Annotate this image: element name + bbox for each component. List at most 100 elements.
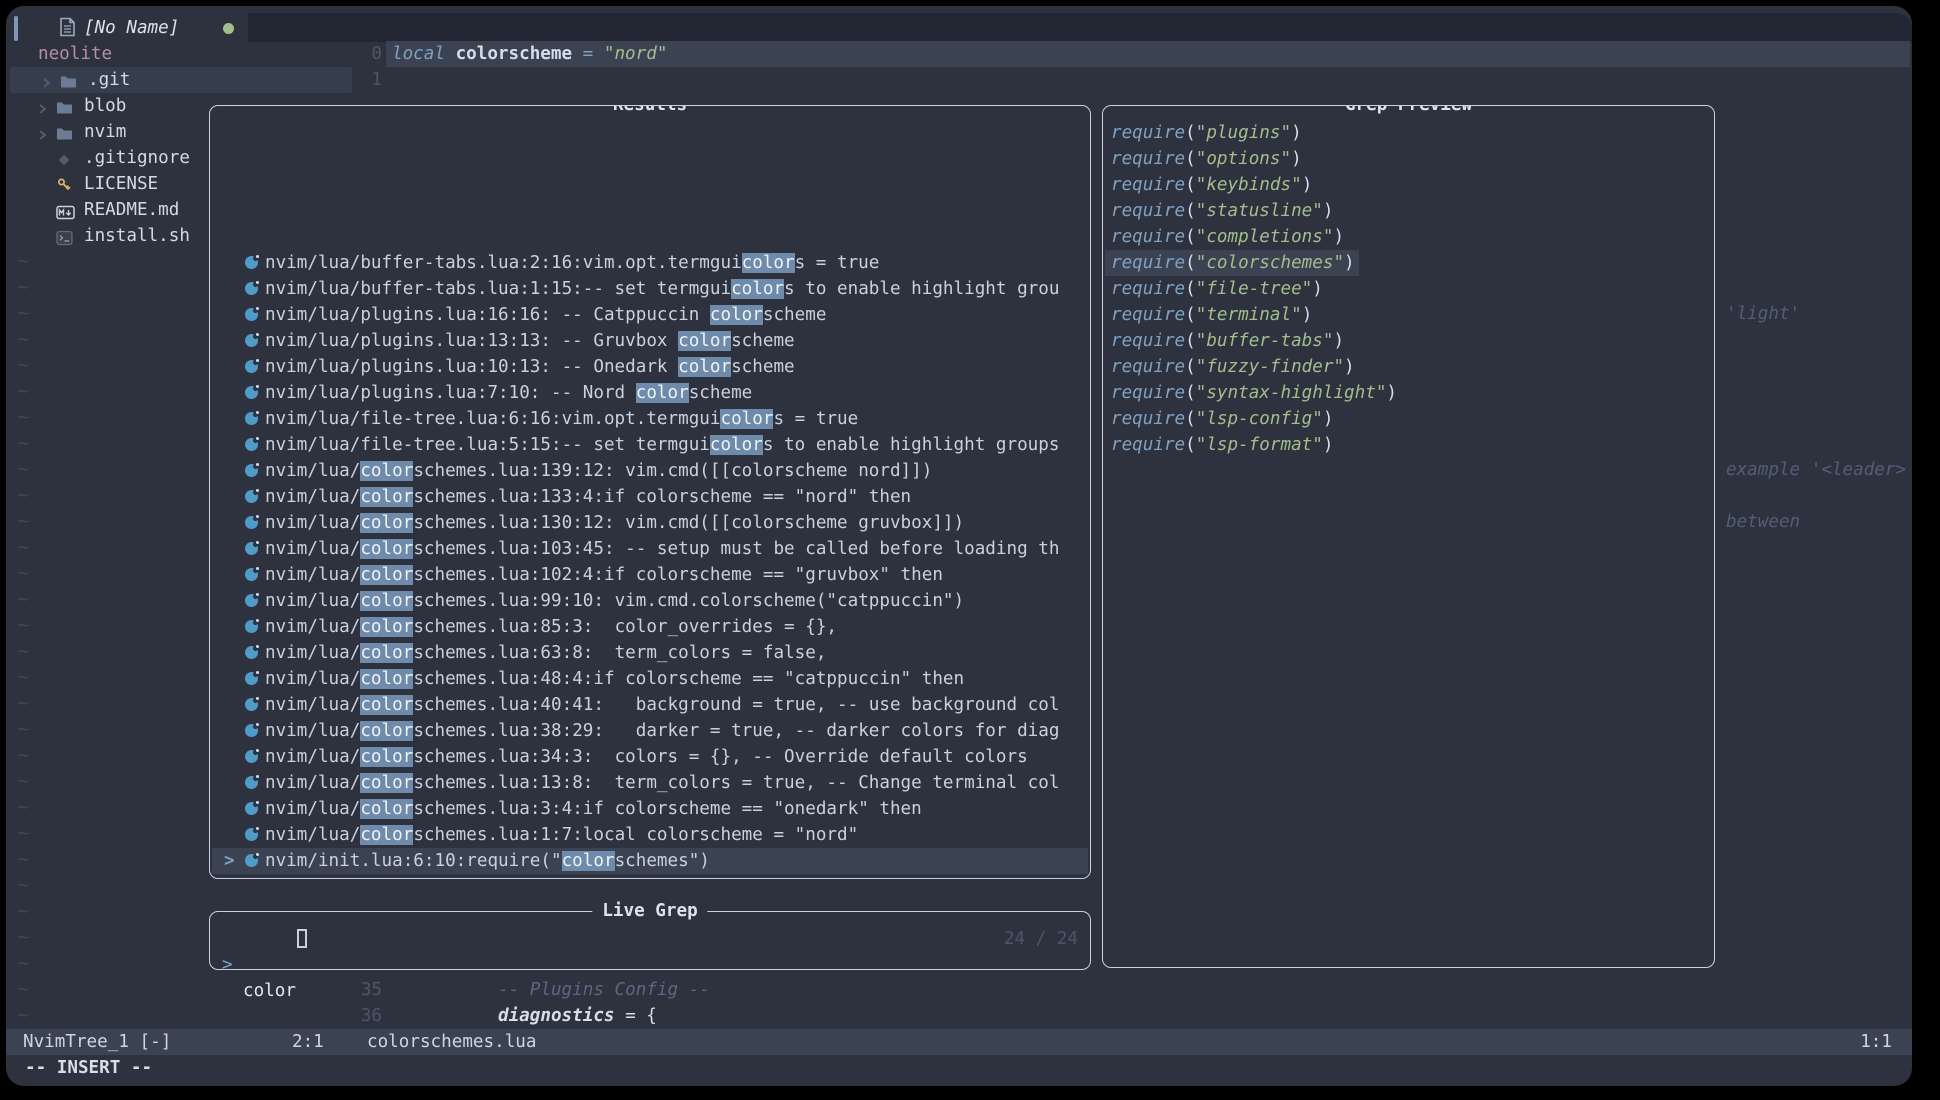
line-number: 36	[350, 1003, 382, 1029]
result-row[interactable]: nvim/lua/colorschemes.lua:38:29: darker …	[212, 718, 1088, 744]
buffer-tab[interactable]: [No Name]	[84, 15, 179, 41]
result-row[interactable]: nvim/lua/colorschemes.lua:40:41: backgro…	[212, 692, 1088, 718]
filetree-item-label[interactable]: .git	[88, 67, 130, 93]
result-row[interactable]: nvim/lua/colorschemes.lua:133:4:if color…	[212, 484, 1088, 510]
result-row[interactable]: nvim/lua/colorschemes.lua:1:7:local colo…	[212, 822, 1088, 848]
empty-line-tilde: ~	[18, 587, 29, 613]
filetree-item--git[interactable]: .git	[10, 67, 352, 93]
result-row[interactable]: nvim/lua/colorschemes.lua:34:3: colors =…	[212, 744, 1088, 770]
match-highlight: color	[360, 487, 413, 507]
result-text: nvim/lua/file-tree.lua:6:16:vim.opt.term…	[265, 406, 858, 432]
empty-line-tilde: ~	[18, 769, 29, 795]
result-counter: 24 / 24	[1004, 926, 1078, 952]
code-token: diagnostics	[498, 1006, 615, 1026]
result-text: nvim/lua/colorschemes.lua:103:45: -- set…	[265, 536, 1059, 562]
statusline: NvimTree_1 [-] 2:1 colorschemes.lua 1:1	[6, 1029, 1912, 1055]
buffer-fragment: between	[1726, 509, 1800, 535]
filetree-root-name: neolite	[38, 41, 112, 67]
terminal-icon	[56, 228, 73, 254]
line-number: 35	[350, 977, 382, 1003]
code-token: local	[392, 44, 456, 64]
empty-line-tilde: ~	[18, 483, 29, 509]
result-text: nvim/lua/colorschemes.lua:102:4:if color…	[265, 562, 943, 588]
filetree-item-label[interactable]: .gitignore	[84, 145, 190, 171]
selection-caret-icon: >	[224, 848, 235, 874]
result-row[interactable]: nvim/lua/colorschemes.lua:99:10: vim.cmd…	[212, 588, 1088, 614]
result-row[interactable]: nvim/lua/plugins.lua:13:13: -- Gruvbox c…	[212, 328, 1088, 354]
empty-line-tilde: ~	[18, 431, 29, 457]
empty-line-tilde: ~	[18, 1003, 29, 1029]
vim-mode-indicator: -- INSERT --	[25, 1055, 152, 1081]
result-row[interactable]: >nvim/init.lua:6:10:require("colorscheme…	[212, 848, 1088, 874]
modified-dot-icon	[223, 23, 234, 34]
lua-file-icon	[245, 308, 258, 321]
code-token: =	[572, 44, 604, 64]
lua-file-icon	[245, 594, 258, 607]
result-text: nvim/lua/plugins.lua:10:13: -- Onedark c…	[265, 354, 795, 380]
result-row[interactable]: nvim/lua/buffer-tabs.lua:1:15:-- set ter…	[212, 276, 1088, 302]
tabline-fill	[248, 13, 1912, 42]
match-highlight: color	[360, 565, 413, 585]
match-highlight: color	[710, 435, 763, 455]
result-row[interactable]: nvim/lua/colorschemes.lua:103:45: -- set…	[212, 536, 1088, 562]
match-highlight: color	[360, 461, 413, 481]
filetree-item-label[interactable]: blob	[84, 93, 126, 119]
lua-file-icon	[245, 490, 258, 503]
live-grep-prompt-panel[interactable]: Live Grep > color 24 / 24	[209, 911, 1091, 970]
lua-file-icon	[245, 802, 258, 815]
empty-line-tilde: ~	[18, 457, 29, 483]
result-text: nvim/lua/buffer-tabs.lua:1:15:-- set ter…	[265, 276, 1059, 302]
result-row[interactable]: nvim/lua/plugins.lua:10:13: -- Onedark c…	[212, 354, 1088, 380]
result-text: nvim/lua/colorschemes.lua:139:12: vim.cm…	[265, 458, 932, 484]
result-row[interactable]: nvim/lua/file-tree.lua:6:16:vim.opt.term…	[212, 406, 1088, 432]
result-text: nvim/lua/colorschemes.lua:133:4:if color…	[265, 484, 911, 510]
result-row[interactable]: nvim/lua/colorschemes.lua:85:3: color_ov…	[212, 614, 1088, 640]
result-row[interactable]: nvim/lua/buffer-tabs.lua:2:16:vim.opt.te…	[212, 250, 1088, 276]
result-text: nvim/lua/colorschemes.lua:1:7:local colo…	[265, 822, 858, 848]
code-token: "nord"	[604, 44, 668, 64]
filetree-item-label[interactable]: nvim	[84, 119, 126, 145]
result-row[interactable]: nvim/lua/colorschemes.lua:63:8: term_col…	[212, 640, 1088, 666]
empty-line-tilde: ~	[18, 535, 29, 561]
match-highlight: color	[360, 669, 413, 689]
result-row[interactable]: nvim/lua/colorschemes.lua:130:12: vim.cm…	[212, 510, 1088, 536]
lua-file-icon	[245, 256, 258, 269]
empty-line-tilde: ~	[18, 977, 29, 1003]
result-row[interactable]: nvim/lua/file-tree.lua:5:15:-- set termg…	[212, 432, 1088, 458]
filetree-item-label[interactable]: install.sh	[84, 223, 190, 249]
buffer-fragment: 'light'	[1726, 301, 1800, 327]
code-token: = {	[615, 1006, 657, 1026]
lua-file-icon	[245, 542, 258, 555]
empty-line-tilde: ~	[18, 847, 29, 873]
match-highlight: color	[360, 591, 413, 611]
editor-code-line: local colorscheme = "nord"	[392, 41, 667, 67]
result-text: nvim/lua/plugins.lua:7:10: -- Nord color…	[265, 380, 752, 406]
result-text: nvim/lua/colorschemes.lua:85:3: color_ov…	[265, 614, 837, 640]
preview-title: Grep Preview	[1335, 105, 1482, 118]
filetree-item-label[interactable]: LICENSE	[84, 171, 158, 197]
result-row[interactable]: nvim/lua/colorschemes.lua:48:4:if colors…	[212, 666, 1088, 692]
lua-file-icon	[245, 776, 258, 789]
result-text: nvim/lua/colorschemes.lua:99:10: vim.cmd…	[265, 588, 964, 614]
empty-line-tilde: ~	[18, 561, 29, 587]
result-row[interactable]: nvim/lua/colorschemes.lua:3:4:if colorsc…	[212, 796, 1088, 822]
lua-file-icon	[245, 360, 258, 373]
match-highlight: color	[731, 279, 784, 299]
result-text: nvim/lua/colorschemes.lua:130:12: vim.cm…	[265, 510, 964, 536]
terminal-window: [No Name] neolite .gitblobnvim.gitignore…	[6, 6, 1912, 1086]
empty-line-tilde: ~	[18, 925, 29, 951]
search-input[interactable]: color	[243, 978, 296, 1004]
prompt-row[interactable]: > color	[210, 926, 274, 952]
filetree-item-label[interactable]: README.md	[84, 197, 179, 223]
match-highlight: color	[678, 357, 731, 377]
result-row[interactable]: nvim/lua/colorschemes.lua:139:12: vim.cm…	[212, 458, 1088, 484]
text-cursor	[297, 929, 307, 948]
result-row[interactable]: nvim/lua/plugins.lua:16:16: -- Catppucci…	[212, 302, 1088, 328]
result-row[interactable]: nvim/lua/colorschemes.lua:102:4:if color…	[212, 562, 1088, 588]
telescope-results-panel: Results nvim/lua/buffer-tabs.lua:2:16:vi…	[209, 105, 1091, 879]
result-row[interactable]: nvim/lua/colorschemes.lua:13:8: term_col…	[212, 770, 1088, 796]
empty-line-tilde: ~	[18, 639, 29, 665]
match-highlight: color	[360, 539, 413, 559]
result-row[interactable]: nvim/lua/plugins.lua:7:10: -- Nord color…	[212, 380, 1088, 406]
empty-line-tilde: ~	[18, 951, 29, 977]
